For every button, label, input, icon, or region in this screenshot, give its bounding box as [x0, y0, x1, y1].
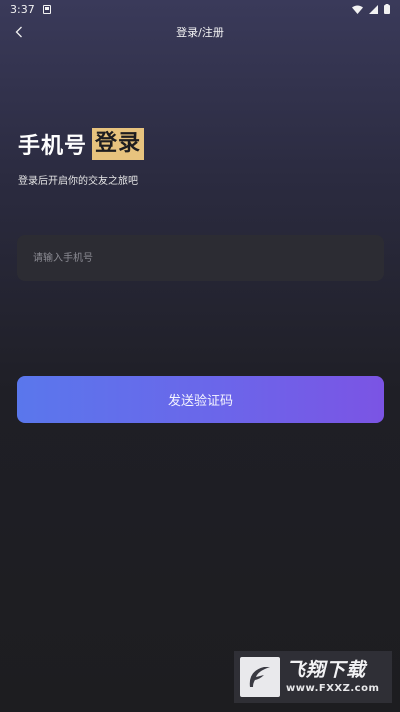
- watermark-name: 飞翔下载: [286, 658, 367, 681]
- watermark-text: 飞翔下载 www.FXXZ.com: [286, 658, 380, 694]
- page-title: 登录/注册: [176, 26, 224, 39]
- wifi-icon: [352, 5, 363, 14]
- status-time: 3:37: [10, 2, 35, 16]
- nav-header: 登录/注册: [0, 18, 400, 46]
- watermark: 飞翔下载 www.FXXZ.com: [234, 651, 392, 703]
- status-right: [352, 4, 390, 14]
- status-bar: 3:37: [0, 0, 400, 18]
- watermark-url: www.FXXZ.com: [286, 682, 380, 694]
- login-heading: 手机号 登录: [18, 128, 145, 160]
- phone-input[interactable]: [17, 235, 384, 281]
- back-button[interactable]: [8, 20, 30, 44]
- watermark-logo-icon: [240, 657, 280, 697]
- notification-icon: [42, 4, 51, 14]
- status-left: 3:37: [10, 3, 51, 16]
- heading-text: 手机号: [18, 134, 88, 159]
- heading-highlight: 登录: [92, 128, 145, 160]
- send-code-button[interactable]: 发送验证码: [17, 376, 384, 423]
- signal-icon: [369, 4, 378, 14]
- chevron-left-icon: [15, 26, 22, 38]
- login-subtitle: 登录后开启你的交友之旅吧: [18, 176, 138, 187]
- battery-icon: [384, 4, 390, 14]
